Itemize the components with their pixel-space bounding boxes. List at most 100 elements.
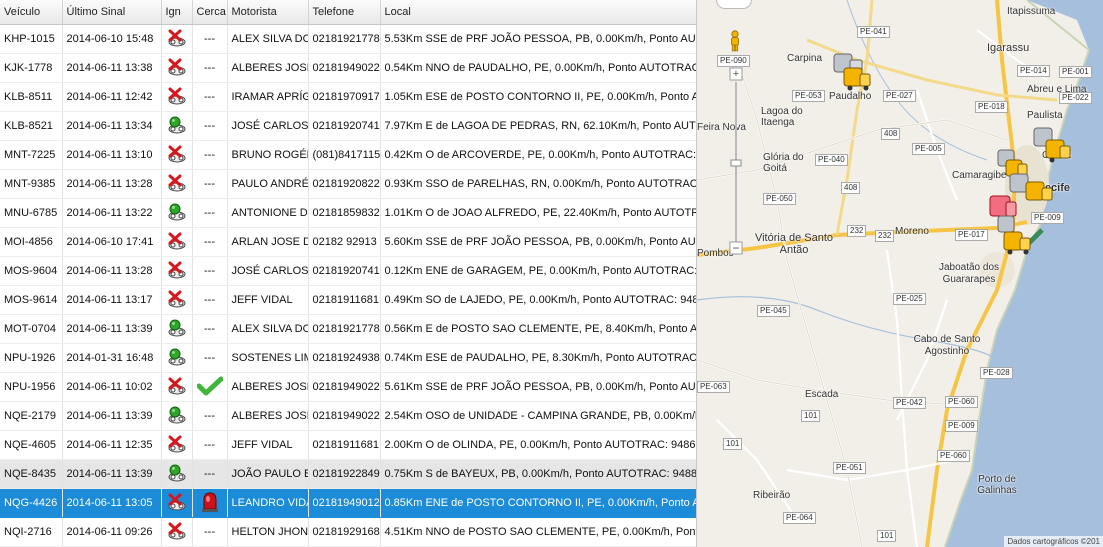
road-shield: PE-060 [937, 450, 970, 462]
map-view[interactable]: Itapissuma Igarassu Carpina Abreu e Lima… [697, 0, 1103, 547]
location-cell: 5.61Km SSE de PRF JOÃO PESSOA, PB, 0.00K… [380, 372, 696, 402]
city-label: Jaboatão dos Guararapes [938, 262, 1000, 285]
col-header-fence[interactable]: Cerca [192, 0, 228, 25]
table-row[interactable]: MOS-9604 2014-06-11 13:28 --- JOSÉ CARLOS 02… [0, 256, 696, 286]
ignition-off-icon [161, 430, 193, 460]
table-row[interactable]: KJK-1778 2014-06-11 13:38 --- ALBERES JOSE 0… [0, 53, 696, 83]
table-row[interactable]: NQI-2716 2014-06-11 09:26 --- HELTON JHON 02… [0, 517, 696, 547]
driver-cell: PAULO ANDRÉ [227, 169, 309, 199]
col-header-ignition[interactable]: Ign [161, 0, 193, 25]
phone-cell: 02182 92913 [308, 227, 381, 257]
svg-text:−: − [732, 241, 739, 255]
last-signal-cell: 2014-06-11 13:39 [62, 459, 162, 489]
road-shield: PE-018 [975, 101, 1008, 113]
col-header-last-signal[interactable]: Último Sinal [62, 0, 162, 25]
table-row[interactable]: NQG-4426 2014-06-11 13:05 LEANDRO VIDA 0218… [0, 488, 696, 518]
vehicle-cell: NPU-1926 [0, 343, 63, 373]
phone-cell: 02181929168 [308, 517, 381, 547]
table-row[interactable]: MOT-0704 2014-06-11 13:39 --- ALEX SILVA DO… [0, 314, 696, 344]
table-row[interactable]: MNT-7225 2014-06-11 13:10 --- BRUNO ROGÉR (0… [0, 140, 696, 170]
driver-cell: JOSÉ CARLOS [227, 256, 309, 286]
table-row[interactable]: MOI-4856 2014-06-10 17:41 --- ARLAN JOSE D0… [0, 227, 696, 257]
table-row[interactable]: NPU-1926 2014-01-31 16:48 --- SOSTENES LIM 0… [0, 343, 696, 373]
road-shield: PE-050 [763, 193, 796, 205]
vehicle-cell: KLB-8521 [0, 111, 63, 141]
phone-cell: 02181911681 [308, 430, 381, 460]
city-label: Igarassu [987, 42, 1030, 54]
map-canvas[interactable] [697, 0, 1103, 547]
table-row[interactable]: MNT-9385 2014-06-11 13:28 --- PAULO ANDRÉ 02… [0, 169, 696, 199]
col-header-vehicle[interactable]: Veículo [0, 0, 63, 25]
zoom-slider[interactable]: + − [729, 50, 743, 258]
table-row[interactable]: NQE-2179 2014-06-11 13:39 --- ALBERES JOSE 0… [0, 401, 696, 431]
fence-cell: --- [192, 198, 228, 228]
city-label: Paudalho [829, 91, 872, 102]
phone-cell: 02181924938 [308, 343, 381, 373]
location-cell: 0.49Km SO de LAJEDO, PE, 0.00Km/h, Ponto… [380, 285, 696, 315]
last-signal-cell: 2014-06-11 13:34 [62, 111, 162, 141]
table-row[interactable]: KLB-8521 2014-06-11 13:34 --- JOSÉ CARLOS 02… [0, 111, 696, 141]
city-label: Escada [805, 389, 839, 400]
location-cell: 0.74Km ESE de PAUDALHO, PE, 8.30Km/h, Po… [380, 343, 696, 373]
road-shield: PE-017 [955, 229, 988, 241]
table-row[interactable]: NQE-4605 2014-06-11 12:35 --- JEFF VIDAL 021… [0, 430, 696, 460]
location-cell: 7.97Km E de LAGOA DE PEDRAS, RN, 62.10Km… [380, 111, 696, 141]
fence-cell: --- [192, 459, 228, 489]
ignition-off-icon [161, 140, 193, 170]
location-cell: 0.42Km O de ARCOVERDE, PE, 0.00Km/h, Pon… [380, 140, 696, 170]
truck-marker-group[interactable] [832, 50, 872, 92]
pegman-icon[interactable] [728, 30, 742, 52]
road-shield: 232 [847, 225, 867, 237]
ignition-on-icon [161, 459, 193, 489]
location-cell: 2.54Km OSO de UNIDADE - CAMPINA GRANDE, … [380, 401, 696, 431]
phone-cell: 02181949022 [308, 372, 381, 402]
last-signal-cell: 2014-06-11 13:10 [62, 140, 162, 170]
table-row[interactable]: MNU-6785 2014-06-11 13:22 --- ANTONIONE DE 0… [0, 198, 696, 228]
road-shield: 101 [877, 530, 897, 542]
table-row[interactable]: NQE-8435 2014-06-11 13:39 --- JOÃO PAULO B0… [0, 459, 696, 489]
location-cell: 0.85Km ENE de POSTO CONTORNO II, PE, 0.0… [380, 488, 696, 518]
location-cell: 5.53Km SSE de PRF JOÃO PESSOA, PB, 0.00K… [380, 24, 696, 54]
location-cell: 4.51Km NNO de POSTO SAO CLEMENTE, PE, 0.… [380, 517, 696, 547]
phone-cell: 02181970917 [308, 82, 381, 112]
last-signal-cell: 2014-06-11 13:39 [62, 314, 162, 344]
last-signal-cell: 2014-01-31 16:48 [62, 343, 162, 373]
vehicle-cell: KJK-1778 [0, 53, 63, 83]
table-header-row: Veículo Último Sinal Ign Cerca Motorista… [0, 0, 696, 25]
pan-control[interactable] [716, 0, 752, 9]
phone-cell: 02181949022 [308, 53, 381, 83]
phone-cell: (081)8417115 [308, 140, 381, 170]
table-row[interactable]: NPU-1956 2014-06-11 10:02 ALBERES JOSE 0218… [0, 372, 696, 402]
ignition-off-icon [161, 256, 193, 286]
last-signal-cell: 2014-06-11 12:42 [62, 82, 162, 112]
road-shield: PE-025 [893, 293, 926, 305]
vehicle-cell: NQG-4426 [0, 488, 63, 518]
location-cell: 0.56Km E de POSTO SAO CLEMENTE, PE, 8.40… [380, 314, 696, 344]
col-header-driver[interactable]: Motorista [227, 0, 309, 25]
road-shield: PE-028 [980, 367, 1013, 379]
table-row[interactable]: KLB-8511 2014-06-11 12:42 --- IRAMAR APRÍGI… [0, 82, 696, 112]
fence-cell: --- [192, 82, 228, 112]
table-row[interactable]: KHP-1015 2014-06-10 15:48 --- ALEX SILVA DO… [0, 24, 696, 54]
last-signal-cell: 2014-06-11 09:26 [62, 517, 162, 547]
fence-cell: --- [192, 401, 228, 431]
last-signal-cell: 2014-06-11 13:38 [62, 53, 162, 83]
city-label: Itapissuma [1007, 6, 1056, 17]
phone-cell: 02181949022 [308, 401, 381, 431]
phone-cell: 02181920822 [308, 169, 381, 199]
table-row[interactable]: MOS-9614 2014-06-11 13:17 --- JEFF VIDAL 021… [0, 285, 696, 315]
truck-marker-group[interactable] [1030, 124, 1074, 164]
truck-marker-group[interactable] [996, 214, 1036, 258]
road-shield: PE-041 [857, 26, 890, 38]
road-shield: PE-045 [757, 305, 790, 317]
location-cell: 0.93Km SSO de PARELHAS, RN, 0.00Km/h, Po… [380, 169, 696, 199]
ignition-off-icon [161, 24, 193, 54]
col-header-location[interactable]: Local [380, 0, 696, 25]
road-shield: PE-063 [697, 381, 730, 393]
driver-cell: HELTON JHON [227, 517, 309, 547]
col-header-phone[interactable]: Telefone [308, 0, 381, 25]
road-shield: PE-001 [1059, 66, 1092, 78]
driver-cell: ANTONIONE DE [227, 198, 309, 228]
fence-cell: --- [192, 53, 228, 83]
ignition-off-icon [161, 488, 193, 518]
